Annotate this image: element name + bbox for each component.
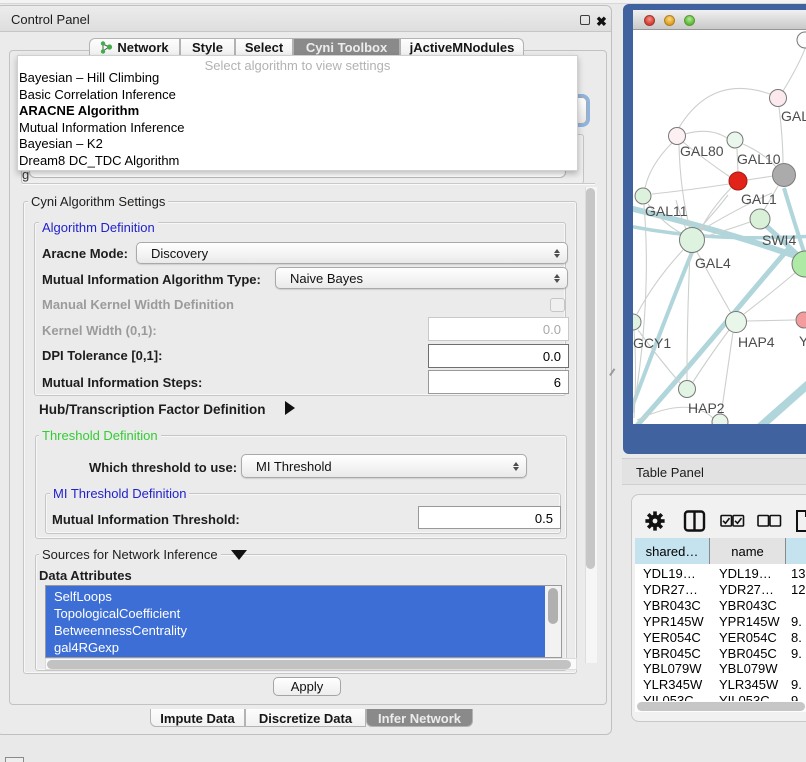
svg-text:HAP2: HAP2 bbox=[688, 400, 725, 416]
svg-text:GAL10: GAL10 bbox=[737, 151, 781, 167]
svg-text:GAL1: GAL1 bbox=[741, 191, 777, 207]
svg-text:GAL7: GAL7 bbox=[781, 108, 806, 124]
svg-text:GAL11: GAL11 bbox=[645, 203, 688, 219]
svg-text:HAP4: HAP4 bbox=[738, 334, 775, 350]
svg-text:GAL80: GAL80 bbox=[680, 143, 724, 159]
svg-text:GAL4: GAL4 bbox=[695, 255, 731, 271]
svg-text:GCY1: GCY1 bbox=[633, 335, 671, 351]
svg-text:SWI4: SWI4 bbox=[762, 232, 796, 248]
svg-text:Y: Y bbox=[799, 333, 806, 349]
